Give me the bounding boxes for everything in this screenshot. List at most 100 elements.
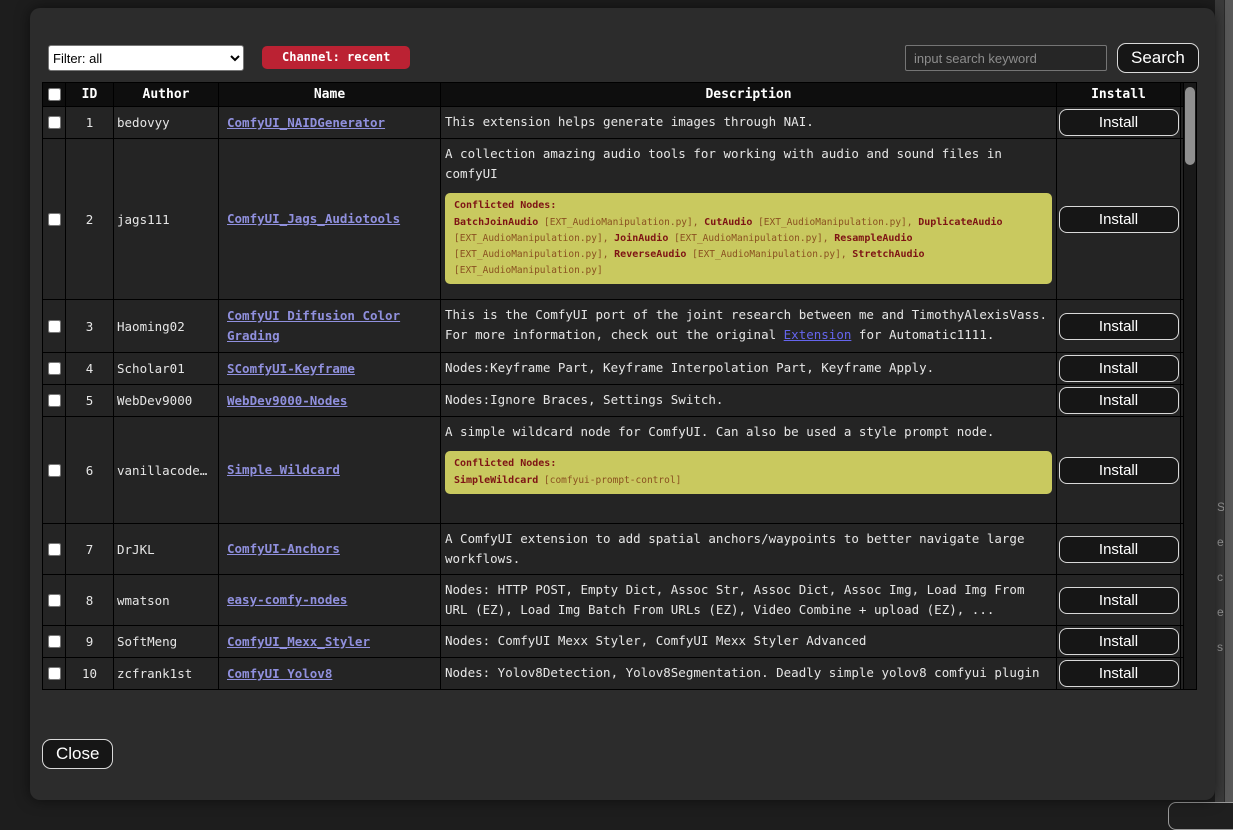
table-row: 6 vanillacode… Simple Wildcard A simple …: [42, 417, 1183, 524]
row-description: Nodes: ComfyUI Mexx Styler, ComfyUI Mexx…: [441, 626, 1057, 657]
row-author: WebDev9000: [114, 385, 219, 416]
conflict-title: Conflicted Nodes:: [454, 457, 1043, 471]
row-name-cell: ComfyUI Yolov8: [219, 658, 441, 689]
checkbox-cell: [42, 658, 66, 689]
row-description: A simple wildcard node for ComfyUI. Can …: [441, 417, 1057, 523]
install-button[interactable]: Install: [1059, 536, 1179, 563]
row-author: DrJKL: [114, 524, 219, 574]
header-description: Description: [441, 83, 1057, 106]
row-author: bedovyy: [114, 107, 219, 138]
install-button[interactable]: Install: [1059, 387, 1179, 414]
install-button[interactable]: Install: [1059, 587, 1179, 614]
node-name-link[interactable]: ComfyUI Diffusion Color Grading: [227, 306, 436, 346]
row-select-checkbox[interactable]: [48, 543, 61, 556]
row-name-cell: WebDev9000-Nodes: [219, 385, 441, 416]
row-description: This extension helps generate images thr…: [441, 107, 1057, 138]
header-install: Install: [1057, 83, 1181, 106]
install-cell: Install: [1057, 107, 1181, 138]
table-row: 7 DrJKL ComfyUI-Anchors A ComfyUI extens…: [42, 524, 1183, 575]
table-scrollbar-thumb[interactable]: [1185, 87, 1195, 165]
row-name-cell: ComfyUI_Mexx_Styler: [219, 626, 441, 657]
row-name-cell: Simple Wildcard: [219, 417, 441, 523]
install-cell: Install: [1057, 385, 1181, 416]
node-name-link[interactable]: easy-comfy-nodes: [227, 590, 347, 610]
node-name-link[interactable]: ComfyUI_Mexx_Styler: [227, 632, 370, 652]
node-name-link[interactable]: ComfyUI Yolov8: [227, 664, 332, 684]
select-all-checkbox[interactable]: [48, 88, 61, 101]
description-text: Nodes: HTTP POST, Empty Dict, Assoc Str,…: [445, 582, 1024, 617]
row-select-checkbox[interactable]: [48, 320, 61, 333]
background-partial-button[interactable]: [1168, 802, 1233, 830]
checkbox-cell: [42, 107, 66, 138]
row-select-checkbox[interactable]: [48, 394, 61, 407]
conflict-node-name: DuplicateAudio: [918, 217, 1002, 228]
row-author: wmatson: [114, 575, 219, 625]
filter-select[interactable]: Filter: all: [48, 45, 244, 71]
node-name-link[interactable]: ComfyUI-Anchors: [227, 539, 340, 559]
description-text: Nodes: Yolov8Detection, Yolov8Segmentati…: [445, 665, 1040, 680]
description-text: Nodes:Ignore Braces, Settings Switch.: [445, 392, 723, 407]
checkbox-cell: [42, 417, 66, 523]
install-button[interactable]: Install: [1059, 206, 1179, 233]
row-author: jags111: [114, 139, 219, 299]
search-button[interactable]: Search: [1117, 43, 1199, 73]
row-author: SoftMeng: [114, 626, 219, 657]
description-text: A collection amazing audio tools for wor…: [445, 146, 1002, 181]
background-text-fragment: s: [1217, 640, 1223, 654]
conflict-node-source: [EXT_AudioManipulation.py],: [686, 249, 852, 260]
row-select-checkbox[interactable]: [48, 667, 61, 680]
row-name-cell: SComfyUI-Keyframe: [219, 353, 441, 384]
conflict-box: Conflicted Nodes: BatchJoinAudio [EXT_Au…: [445, 193, 1052, 284]
node-name-link[interactable]: ComfyUI_Jags_Audiotools: [227, 209, 400, 229]
conflict-node-source: [EXT_AudioManipulation.py],: [538, 217, 704, 228]
row-select-checkbox[interactable]: [48, 116, 61, 129]
page-scrollbar[interactable]: [1224, 0, 1233, 815]
row-name-cell: easy-comfy-nodes: [219, 575, 441, 625]
channel-badge: Channel: recent: [262, 46, 410, 69]
install-button[interactable]: Install: [1059, 109, 1179, 136]
table-row: 5 WebDev9000 WebDev9000-Nodes Nodes:Igno…: [42, 385, 1183, 417]
install-custom-nodes-dialog: Filter: all Channel: recent Search ID Au…: [30, 8, 1215, 800]
header-checkbox-cell: [42, 83, 66, 106]
search-input[interactable]: [905, 45, 1107, 71]
node-name-link[interactable]: WebDev9000-Nodes: [227, 391, 347, 411]
background-text-fragment: e: [1217, 535, 1224, 549]
install-cell: Install: [1057, 575, 1181, 625]
conflict-node-source: [EXT_AudioManipulation.py],: [454, 249, 614, 260]
row-select-checkbox[interactable]: [48, 213, 61, 226]
install-button[interactable]: Install: [1059, 457, 1179, 484]
page: { "colors": { "badge_bg": "#bb2233", "co…: [0, 0, 1233, 815]
install-button[interactable]: Install: [1059, 660, 1179, 687]
table-row: 9 SoftMeng ComfyUI_Mexx_Styler Nodes: Co…: [42, 626, 1183, 658]
checkbox-cell: [42, 353, 66, 384]
table-row: 8 wmatson easy-comfy-nodes Nodes: HTTP P…: [42, 575, 1183, 626]
row-select-checkbox[interactable]: [48, 464, 61, 477]
checkbox-cell: [42, 139, 66, 299]
row-select-checkbox[interactable]: [48, 594, 61, 607]
table-row: 3 Haoming02 ComfyUI Diffusion Color Grad…: [42, 300, 1183, 353]
row-name-cell: ComfyUI Diffusion Color Grading: [219, 300, 441, 352]
install-cell: Install: [1057, 658, 1181, 689]
install-button[interactable]: Install: [1059, 313, 1179, 340]
header-id: ID: [66, 83, 114, 106]
install-button[interactable]: Install: [1059, 355, 1179, 382]
row-author: vanillacode…: [114, 417, 219, 523]
row-id: 7: [66, 524, 114, 574]
node-name-link[interactable]: ComfyUI_NAIDGenerator: [227, 113, 385, 133]
description-text: for Automatic1111.: [851, 327, 994, 342]
background-text-fragment: e: [1217, 605, 1224, 619]
row-name-cell: ComfyUI-Anchors: [219, 524, 441, 574]
conflict-node-source: [comfyui-prompt-control]: [538, 475, 681, 486]
node-name-link[interactable]: Simple Wildcard: [227, 460, 340, 480]
node-name-link[interactable]: SComfyUI-Keyframe: [227, 359, 355, 379]
install-button[interactable]: Install: [1059, 628, 1179, 655]
table-scrollbar[interactable]: [1183, 82, 1197, 690]
row-select-checkbox[interactable]: [48, 635, 61, 648]
conflict-node-name: JoinAudio: [614, 233, 668, 244]
row-author: Haoming02: [114, 300, 219, 352]
row-select-checkbox[interactable]: [48, 362, 61, 375]
row-id: 9: [66, 626, 114, 657]
extension-link[interactable]: Extension: [784, 327, 852, 342]
description-text: Nodes:Keyframe Part, Keyframe Interpolat…: [445, 360, 934, 375]
close-button[interactable]: Close: [42, 739, 113, 769]
